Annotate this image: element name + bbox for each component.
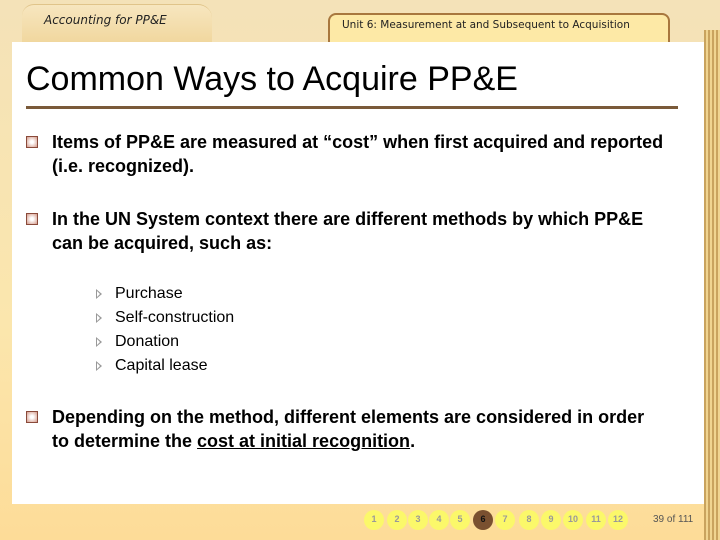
course-tab[interactable]: Accounting for PP&E xyxy=(22,4,212,45)
list-item: Donation xyxy=(96,332,234,356)
page-button-3[interactable]: 3 xyxy=(408,510,428,530)
bullet-item: Items of PP&E are measured at “cost” whe… xyxy=(26,130,666,178)
bullet-item: In the UN System context there are diffe… xyxy=(26,207,666,255)
triangle-bullet-icon xyxy=(96,337,102,347)
page-button-11[interactable]: 11 xyxy=(586,510,606,530)
acquisition-methods-list: Purchase Self-construction Donation Capi… xyxy=(96,284,234,380)
triangle-bullet-icon xyxy=(96,313,102,323)
page-button-6[interactable]: 6 xyxy=(473,510,493,530)
page-button-1[interactable]: 1 xyxy=(364,510,384,530)
triangle-bullet-icon xyxy=(96,289,102,299)
list-item: Self-construction xyxy=(96,308,234,332)
page-button-2[interactable]: 2 xyxy=(387,510,407,530)
page-button-5[interactable]: 5 xyxy=(450,510,470,530)
page-button-7[interactable]: 7 xyxy=(495,510,515,530)
slide-counter: 39 of 111 xyxy=(653,514,694,525)
page-button-8[interactable]: 8 xyxy=(519,510,539,530)
list-item: Capital lease xyxy=(96,356,234,380)
unit-tab-label: Unit 6: Measurement at and Subsequent to… xyxy=(342,19,630,31)
title-divider xyxy=(26,106,678,109)
course-tab-label: Accounting for PP&E xyxy=(44,13,167,27)
square-bullet-icon xyxy=(26,213,38,225)
page-button-12[interactable]: 12 xyxy=(608,510,628,530)
triangle-bullet-icon xyxy=(96,361,102,371)
square-bullet-icon xyxy=(26,411,38,423)
list-item: Purchase xyxy=(96,284,234,308)
cost-at-initial-recognition-link[interactable]: cost at initial recognition xyxy=(197,431,410,451)
bullet-item: Depending on the method, different eleme… xyxy=(26,405,666,453)
square-bullet-icon xyxy=(26,136,38,148)
page-button-10[interactable]: 10 xyxy=(563,510,583,530)
folder-edge xyxy=(704,30,720,540)
page-button-4[interactable]: 4 xyxy=(429,510,449,530)
page-title: Common Ways to Acquire PP&E xyxy=(26,60,518,98)
page-button-9[interactable]: 9 xyxy=(541,510,561,530)
